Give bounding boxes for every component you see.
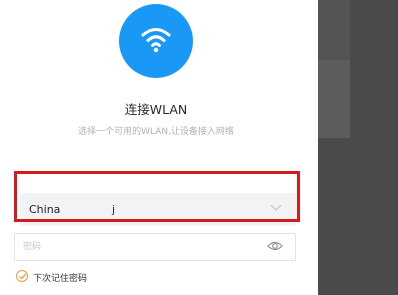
wlan-connect-panel: 连接WLAN 选择一个可用的WLAN,让设备接入网络 China j 下次记住密… [0, 0, 318, 295]
remember-label: 下次记住密码 [33, 274, 88, 284]
password-input[interactable] [23, 239, 243, 255]
check-icon [19, 273, 26, 280]
page-subtitle: 选择一个可用的WLAN,让设备接入网络 [78, 127, 234, 137]
page-title: 连接WLAN [124, 102, 188, 117]
background-window-header [318, 0, 350, 60]
remember-checkbox[interactable] [16, 270, 28, 282]
background-overlay [318, 0, 398, 295]
wifi-icon [141, 28, 171, 53]
password-field[interactable] [14, 233, 296, 261]
wifi-badge [119, 4, 193, 78]
eye-icon[interactable] [267, 240, 283, 252]
highlight-box [14, 171, 300, 222]
